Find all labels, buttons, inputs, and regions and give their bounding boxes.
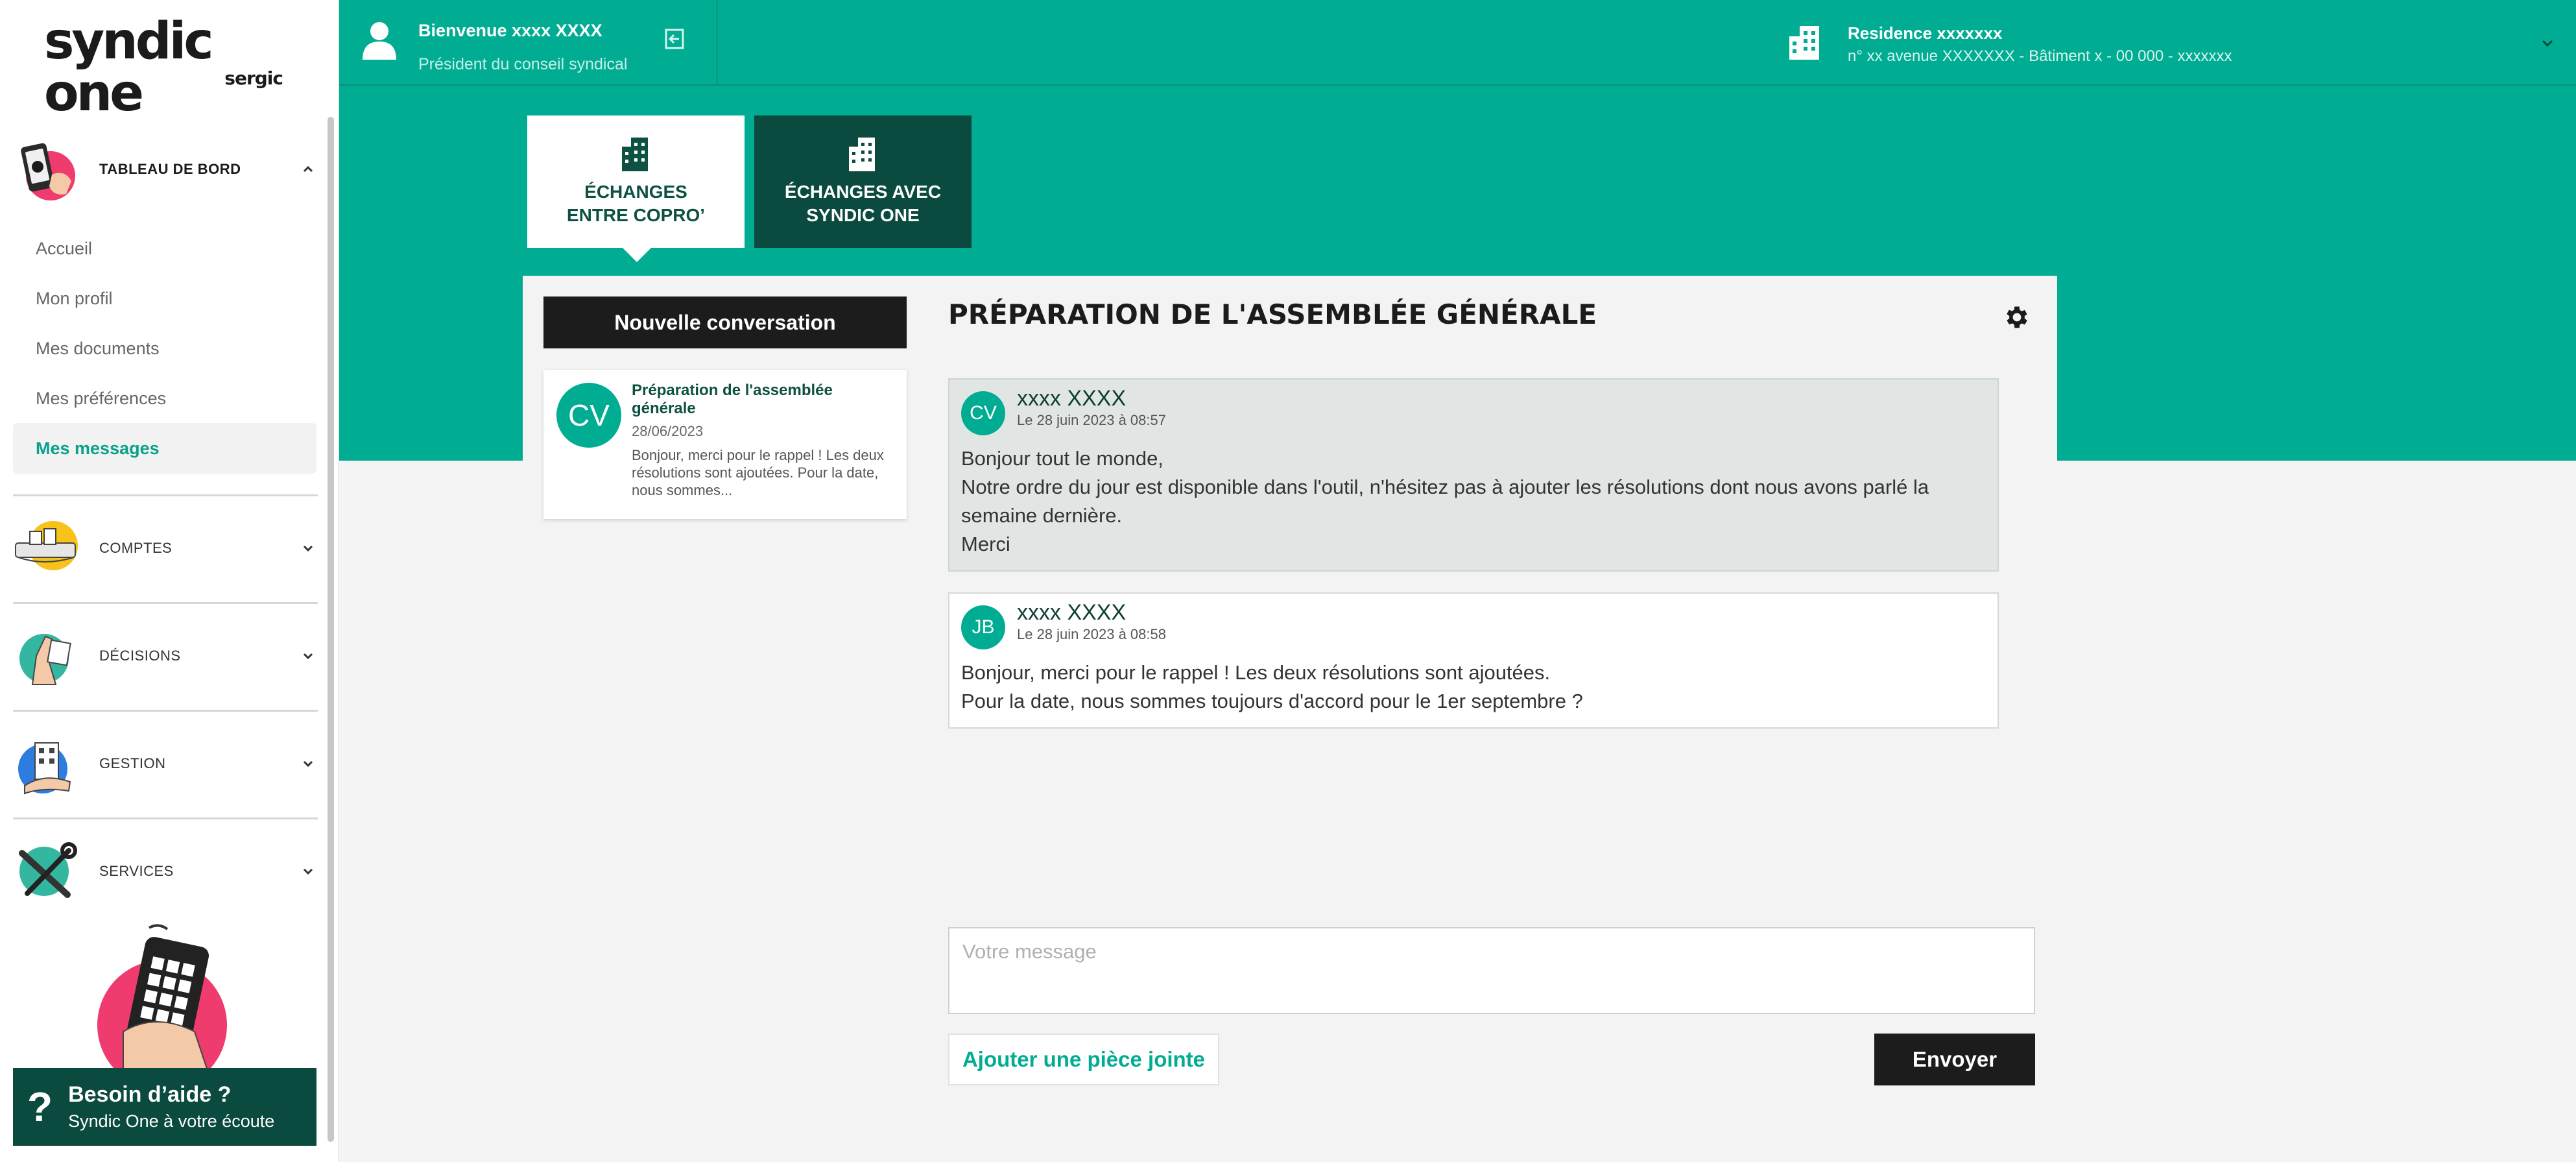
message-line: Merci: [961, 533, 1010, 555]
message-line: Bonjour tout le monde,: [961, 447, 1163, 470]
top-bar: Bienvenue xxxx XXXX Président du conseil…: [339, 0, 2576, 86]
gear-icon[interactable]: [2003, 303, 2031, 332]
help-subtitle: Syndic One à votre écoute: [68, 1111, 275, 1131]
active-tab-indicator: [623, 248, 651, 262]
avatar: JB: [961, 605, 1005, 649]
avatar: CV: [556, 383, 621, 448]
tab-label-line2: ENTRE COPRO’: [566, 205, 706, 225]
chevron-up-icon[interactable]: [298, 160, 318, 179]
nav-section-gestion[interactable]: GESTION: [13, 721, 318, 806]
message-bubble: CV xxxx XXXX Le 28 juin 2023 à 08:57 Bon…: [948, 378, 1999, 572]
message-body: Bonjour, merci pour le rappel ! Les deux…: [961, 659, 1986, 716]
nav-section-services[interactable]: SERVICES: [13, 829, 318, 914]
message-timestamp: Le 28 juin 2023 à 08:58: [1017, 626, 1166, 642]
new-conversation-button[interactable]: Nouvelle conversation: [543, 297, 907, 348]
sidebar-item-mes-preferences[interactable]: Mes préférences: [13, 373, 316, 424]
thread-title: PRÉPARATION DE L'ASSEMBLÉE GÉNÉRALE: [948, 298, 1597, 330]
help-title: Besoin d’aide ?: [68, 1082, 232, 1107]
conversation-date: 28/06/2023: [632, 423, 704, 439]
user-info[interactable]: Bienvenue xxxx XXXX Président du conseil…: [360, 18, 627, 74]
nav-section-decisions[interactable]: DÉCISIONS: [13, 614, 318, 698]
message-input[interactable]: [949, 928, 2034, 1013]
chevron-down-icon[interactable]: [298, 754, 318, 773]
message-sender: xxxx XXXX: [1017, 600, 1127, 625]
user-icon: [360, 18, 399, 64]
tab-label-line1: ÉCHANGES AVEC: [784, 182, 942, 202]
sidebar-item-mes-documents[interactable]: Mes documents: [13, 323, 316, 374]
chevron-down-icon[interactable]: [298, 646, 318, 666]
message-body: Bonjour tout le monde, Notre ordre du jo…: [961, 444, 1986, 559]
tab-echanges-entre-copro[interactable]: ÉCHANGES ENTRE COPRO’: [527, 115, 745, 248]
conversation-title: Préparation de l'assemblée générale: [632, 381, 833, 417]
message-sender: xxxx XXXX: [1017, 386, 1127, 411]
phone-illustration-icon: [13, 136, 81, 204]
nav-section-label: COMPTES: [99, 540, 173, 556]
send-button[interactable]: Envoyer: [1874, 1034, 2035, 1085]
user-role: Président du conseil syndical: [418, 55, 628, 73]
wallet-illustration-icon: [13, 514, 81, 583]
tab-label-line1: ÉCHANGES: [584, 182, 687, 202]
divider: [13, 494, 318, 496]
divider: [13, 710, 318, 712]
phone-hand-illustration-icon: [97, 921, 240, 1090]
buildings-icon: [617, 136, 656, 173]
avatar: CV: [961, 391, 1005, 435]
residence-selector[interactable]: Residence xxxxxxx n° xx avenue XXXXXXX -…: [1787, 23, 2232, 66]
nav-section-label: GESTION: [99, 755, 166, 771]
nav-section-tableau-de-bord[interactable]: TABLEAU DE BORD: [13, 127, 318, 212]
divider: [13, 817, 318, 819]
nav-section-comptes[interactable]: COMPTES: [13, 506, 318, 590]
residence-address: n° xx avenue XXXXXXX - Bâtiment x - 00 0…: [1848, 47, 2232, 65]
tab-echanges-avec-syndic-one[interactable]: ÉCHANGES AVEC SYNDIC ONE: [754, 115, 972, 248]
sidebar-item-label: Mes documents: [36, 338, 160, 358]
buildings-icon: [844, 136, 883, 173]
building-hand-illustration-icon: [13, 730, 81, 798]
message-timestamp: Le 28 juin 2023 à 08:57: [1017, 412, 1166, 428]
user-name: Bienvenue xxxx XXXX: [418, 21, 602, 40]
conversation-preview: Bonjour, merci pour le rappel ! Les deux…: [632, 447, 884, 498]
chevron-down-icon[interactable]: [298, 862, 318, 881]
vote-illustration-icon: [13, 622, 81, 690]
add-attachment-button[interactable]: Ajouter une pièce jointe: [948, 1034, 1219, 1085]
message-bubble: JB xxxx XXXX Le 28 juin 2023 à 08:58 Bon…: [948, 592, 1999, 729]
message-line: Bonjour, merci pour le rappel ! Les deux…: [961, 661, 1551, 684]
question-icon: ?: [27, 1083, 53, 1130]
syndic-one-logo[interactable]: syndic one sergic: [44, 16, 297, 119]
sidebar-item-label: Mon profil: [36, 288, 113, 308]
sidebar-item-mes-messages[interactable]: Mes messages: [13, 423, 316, 474]
conversation-list-item[interactable]: CV Préparation de l'assemblée générale 2…: [543, 370, 907, 519]
divider: [716, 0, 718, 84]
message-line: Notre ordre du jour est disponible dans …: [961, 476, 1935, 527]
sidebar-scrollbar[interactable]: [328, 117, 334, 1142]
sidebar-item-mon-profil[interactable]: Mon profil: [13, 273, 316, 324]
sidebar: syndic one sergic TABLEAU DE BORD Accuei…: [0, 0, 339, 1162]
nav-section-label: SERVICES: [99, 863, 174, 879]
help-box[interactable]: ? Besoin d’aide ? Syndic One à votre éco…: [13, 1068, 316, 1146]
message-line: Pour la date, nous sommes toujours d'acc…: [961, 690, 1583, 712]
sidebar-item-label: Mes préférences: [36, 388, 167, 408]
logout-icon[interactable]: [663, 27, 687, 51]
sidebar-item-label: Accueil: [36, 238, 93, 258]
building-icon: [1787, 23, 1826, 62]
message-composer[interactable]: [948, 927, 2035, 1014]
logo-sub: sergic: [224, 67, 283, 89]
tools-illustration-icon: [13, 838, 81, 906]
residence-name: Residence xxxxxxx: [1848, 23, 2003, 43]
nav-section-label: DÉCISIONS: [99, 648, 181, 664]
sidebar-item-label: Mes messages: [36, 438, 160, 458]
messages-panel: Nouvelle conversation CV Préparation de …: [523, 276, 2057, 1119]
chevron-down-icon[interactable]: [298, 539, 318, 558]
nav-section-label: TABLEAU DE BORD: [99, 161, 241, 177]
divider: [13, 602, 318, 604]
chevron-down-icon[interactable]: [2538, 34, 2557, 53]
tab-label-line2: SYNDIC ONE: [806, 205, 920, 225]
sidebar-item-accueil[interactable]: Accueil: [13, 223, 316, 274]
